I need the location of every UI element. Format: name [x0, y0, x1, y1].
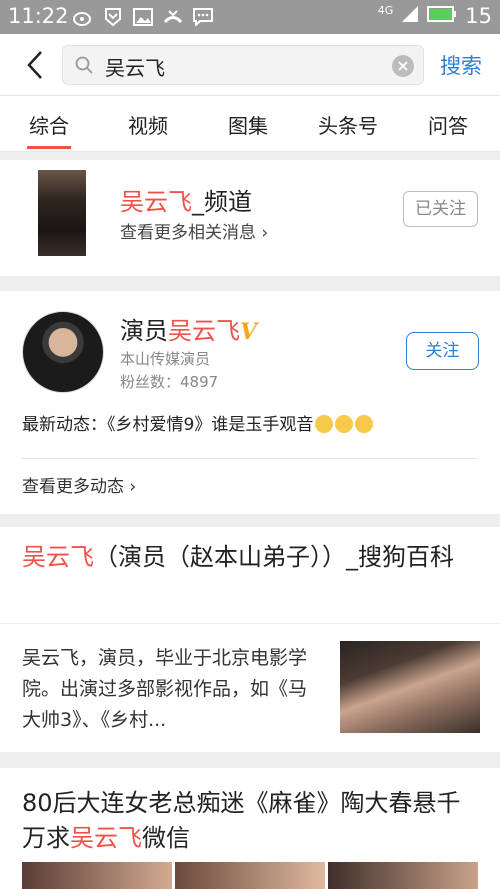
- search-input[interactable]: [105, 53, 385, 79]
- signal-icon: [401, 5, 419, 27]
- battery-icon: [427, 6, 457, 26]
- tab-qa[interactable]: 问答: [428, 110, 468, 139]
- active-tab-indicator: [27, 146, 71, 149]
- channel-more-link[interactable]: 查看更多相关消息 ›: [120, 218, 268, 243]
- search-icon: [75, 56, 93, 78]
- news-title-highlight: 吴云飞: [70, 824, 142, 852]
- news-thumbnail: [328, 862, 478, 889]
- actor-company: 本山传媒演员: [120, 350, 211, 368]
- news-title-after: 微信: [142, 824, 190, 852]
- channel-thumbnail: [38, 170, 86, 256]
- channel-title: 吴云飞_频道: [120, 182, 252, 217]
- news-thumbnail: [175, 862, 325, 889]
- news-title: 80后大连女老总痴迷《麻雀》陶大春悬千万求吴云飞微信: [22, 786, 482, 856]
- actor-name-highlight: 吴云飞: [168, 317, 240, 345]
- image-icon: [132, 6, 154, 28]
- channel-name-suffix: _频道: [192, 188, 252, 216]
- back-button[interactable]: [20, 48, 50, 82]
- emoji-icon: [355, 415, 374, 433]
- emoji-icon: [335, 415, 354, 433]
- baike-title-rest: （演员（赵本山弟子））_搜狗百科: [94, 543, 454, 571]
- avatar[interactable]: [22, 311, 104, 393]
- actor-name[interactable]: 演员吴云飞V: [120, 311, 257, 346]
- search-box[interactable]: [62, 45, 424, 85]
- baike-title: 吴云飞（演员（赵本山弟子））_搜狗百科: [22, 540, 482, 575]
- verified-badge: V: [240, 319, 258, 345]
- tab-gallery[interactable]: 图集: [228, 110, 268, 139]
- system-status: 4G 15: [377, 3, 492, 29]
- actor-name-prefix: 演员: [120, 317, 168, 345]
- baike-title-highlight: 吴云飞: [22, 543, 94, 571]
- baike-photo: [340, 641, 480, 733]
- weibo-icon: [72, 6, 94, 28]
- back-arrow-icon: [27, 51, 42, 79]
- latest-update-text: 最新动态：《乡村爱情9》谁是玉手观音: [22, 415, 314, 435]
- tab-all[interactable]: 综合: [29, 110, 69, 139]
- battery-level: 15: [465, 4, 492, 28]
- missed-call-icon: [162, 6, 184, 28]
- latest-update[interactable]: 最新动态：《乡村爱情9》谁是玉手观音: [22, 410, 374, 435]
- followed-button[interactable]: 已关注: [403, 191, 478, 227]
- network-type: 4G: [377, 3, 394, 17]
- result-tabs: 综合 视频 图集 头条号 问答: [0, 96, 500, 152]
- baike-summary: 吴云飞，演员，毕业于北京电影学院。出演过多部影视作品，如《马大帅3》、《乡村..…: [22, 647, 308, 731]
- baike-result-body[interactable]: 吴云飞，演员，毕业于北京电影学院。出演过多部影视作品，如《马大帅3》、《乡村..…: [0, 624, 500, 752]
- shield-icon: [102, 6, 124, 28]
- baike-result-title[interactable]: 吴云飞（演员（赵本山弟子））_搜狗百科: [0, 527, 500, 623]
- divider: [22, 458, 478, 459]
- tab-toutiao-account[interactable]: 头条号: [318, 110, 378, 139]
- news-result[interactable]: 80后大连女老总痴迷《麻雀》陶大春悬千万求吴云飞微信: [0, 768, 500, 889]
- status-bar: 11:22 4G 15: [0, 0, 500, 34]
- tab-video[interactable]: 视频: [128, 110, 168, 139]
- search-bar: 搜索: [0, 34, 500, 96]
- actor-fans-count: 粉丝数：4897: [120, 373, 219, 391]
- news-thumbnail: [22, 862, 172, 889]
- more-updates-link[interactable]: 查看更多动态 ›: [22, 472, 136, 497]
- search-button[interactable]: 搜索: [440, 50, 482, 80]
- clear-icon[interactable]: [392, 55, 414, 77]
- notification-icons: [72, 6, 214, 28]
- channel-card[interactable]: 吴云飞_频道 查看更多相关消息 › 已关注: [0, 160, 500, 276]
- status-time: 11:22: [8, 4, 69, 28]
- channel-name-highlight: 吴云飞: [120, 188, 192, 216]
- emoji-icon: [315, 415, 334, 433]
- message-icon: [192, 6, 214, 28]
- actor-card: 演员吴云飞V 本山传媒演员 粉丝数：4897 关注 最新动态：《乡村爱情9》谁是…: [0, 291, 500, 514]
- follow-button[interactable]: 关注: [406, 332, 479, 370]
